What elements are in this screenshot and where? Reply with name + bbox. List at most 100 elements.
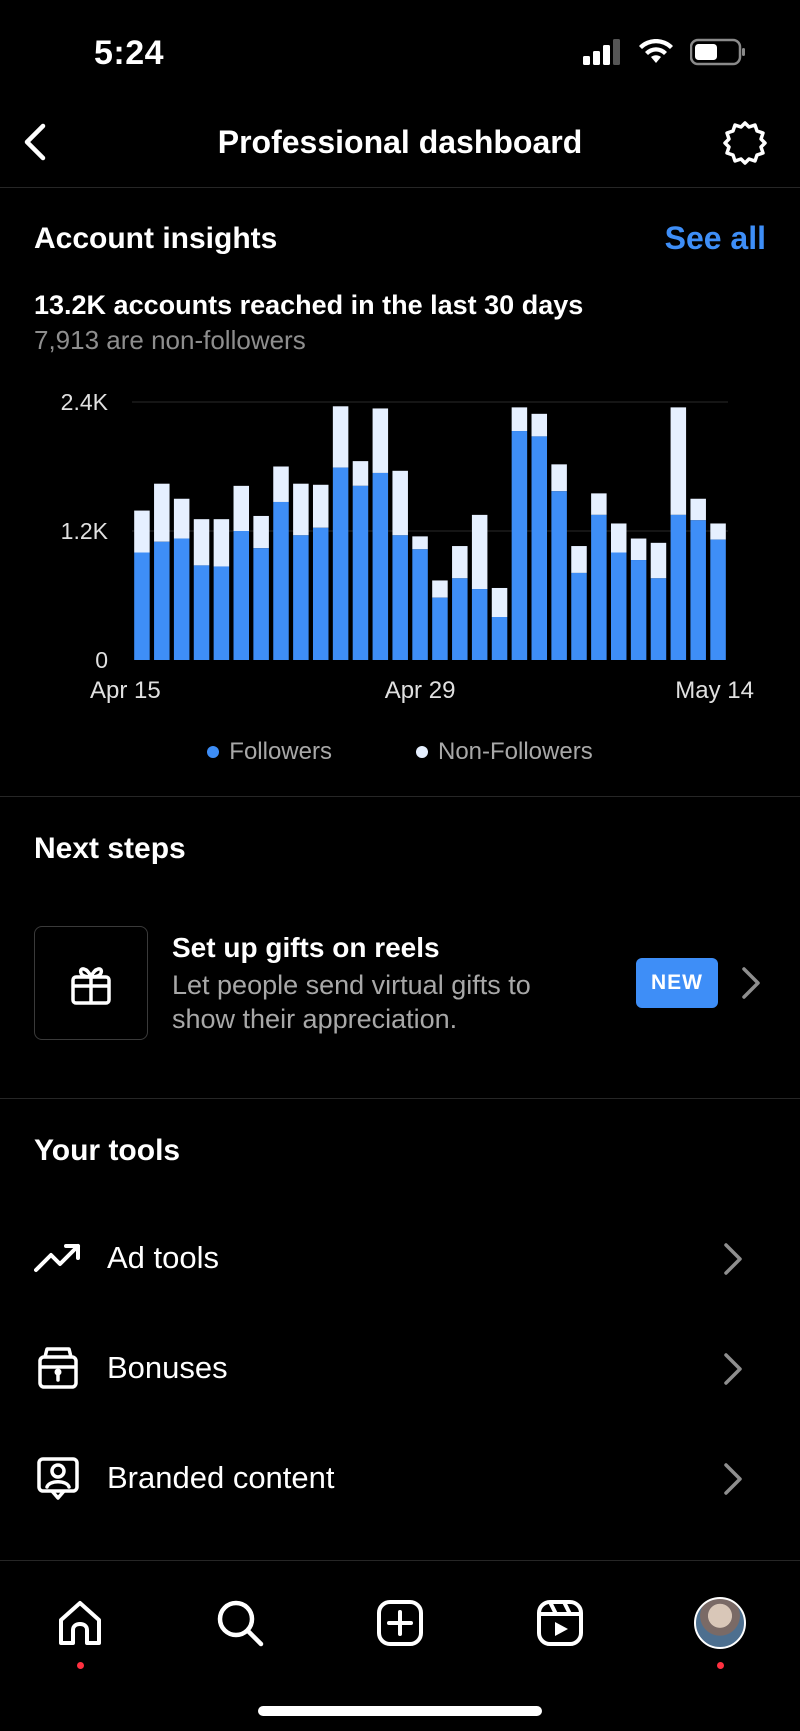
wifi-icon: [639, 39, 673, 63]
gear-icon: [723, 121, 767, 165]
next-steps-title: Next steps: [34, 832, 186, 865]
status-bar: 5:24: [0, 0, 800, 104]
reach-chart: 0 1.2K 2.4K Apr 15 Apr 29 May 14: [0, 380, 800, 750]
bar-non-followers: [213, 519, 230, 567]
bar-non-followers: [312, 484, 329, 528]
bar-followers: [412, 549, 428, 660]
bar-non-followers: [173, 498, 190, 539]
bar-followers: [392, 535, 408, 660]
bar-non-followers: [710, 523, 726, 540]
tab-create[interactable]: [368, 1591, 432, 1655]
legend-non-followers-label: Non-Followers: [437, 738, 593, 765]
see-all-link[interactable]: See all: [665, 220, 766, 257]
bar-followers: [690, 520, 706, 660]
status-time: 5:24: [94, 34, 165, 72]
tool-row-branded-content[interactable]: Branded content: [0, 1428, 800, 1528]
legend-non-followers-dot: [415, 746, 428, 758]
branded-content-icon: [34, 1454, 82, 1502]
bar-non-followers: [630, 538, 647, 561]
bar-non-followers: [690, 498, 706, 521]
bar-non-followers: [650, 542, 667, 579]
chart-legend: Followers Non-Followers: [0, 738, 800, 766]
bar-followers: [630, 560, 647, 660]
your-tools-title: Your tools: [34, 1134, 181, 1167]
gift-card-description: Let people send virtual gifts to show th…: [172, 970, 531, 1034]
bar-followers: [134, 552, 150, 660]
tab-reels[interactable]: [528, 1591, 592, 1655]
bar-followers: [293, 535, 309, 660]
chevron-right-icon: [742, 967, 760, 999]
status-icons: [582, 38, 746, 66]
next-steps-section: Next steps Set up gifts on reels Let peo…: [0, 798, 800, 1099]
legend-followers-label: Followers: [229, 738, 332, 765]
tool-label-ad-tools: Ad tools: [107, 1240, 220, 1275]
tab-search[interactable]: [208, 1591, 272, 1655]
bonus-box-icon: [34, 1344, 82, 1392]
tool-label-branded-content: Branded content: [107, 1460, 335, 1495]
bar-non-followers: [233, 485, 250, 531]
bar-non-followers: [352, 461, 369, 486]
bar-non-followers: [591, 493, 607, 515]
chevron-right-icon: [724, 1353, 742, 1385]
bar-followers: [471, 589, 488, 660]
legend-followers: Followers: [207, 738, 332, 766]
bar-non-followers: [392, 470, 408, 536]
bar-followers: [432, 597, 448, 660]
tool-label-bonuses: Bonuses: [107, 1350, 228, 1385]
bar-non-followers: [412, 536, 428, 550]
legend-followers-dot: [207, 746, 220, 758]
profile-notification-dot: [717, 1662, 724, 1669]
insights-title: Account insights: [34, 222, 278, 255]
battery-icon: [690, 38, 745, 66]
reach-chart-svg: 0 1.2K 2.4K Apr 15 Apr 29 May 14: [61, 389, 754, 704]
reels-icon: [537, 1600, 583, 1646]
signal-icon: [583, 39, 620, 65]
y-tick-label: 1.2K: [61, 518, 109, 544]
settings-button[interactable]: [720, 118, 770, 168]
bar-non-followers: [670, 407, 687, 515]
y-tick-label: 2.4K: [61, 389, 109, 415]
tool-row-ad-tools[interactable]: Ad tools: [0, 1208, 800, 1308]
account-insights-section: Account insights See all 13.2K accounts …: [0, 190, 800, 797]
bar-non-followers: [610, 523, 627, 553]
tool-row-bonuses[interactable]: Bonuses: [0, 1318, 800, 1418]
bar-followers: [312, 527, 329, 660]
new-badge: NEW: [636, 958, 718, 1008]
bar-followers: [213, 566, 230, 660]
bar-followers: [551, 491, 567, 660]
bar-followers: [650, 578, 667, 660]
gift-card-title: Set up gifts on reels: [172, 932, 440, 963]
bar-followers: [591, 514, 607, 660]
top-nav: Professional dashboard: [0, 104, 800, 188]
bar-non-followers: [531, 413, 548, 437]
trending-up-icon: [34, 1234, 82, 1282]
bar-non-followers: [452, 546, 468, 579]
gift-icon: [71, 967, 111, 1005]
search-icon: [217, 1600, 264, 1647]
bar-followers: [610, 552, 627, 660]
bar-followers: [352, 485, 369, 660]
create-icon: [377, 1600, 423, 1646]
home-indicator: [258, 1706, 542, 1716]
bar-non-followers: [491, 587, 508, 617]
bar-non-followers: [134, 510, 150, 553]
tab-home[interactable]: [48, 1591, 112, 1669]
bar-non-followers: [571, 546, 587, 573]
tab-profile[interactable]: [688, 1591, 752, 1669]
bar-non-followers: [372, 408, 389, 473]
bar-followers: [193, 565, 210, 660]
gifts-on-reels-card[interactable]: Set up gifts on reels Let people send vi…: [0, 926, 800, 1042]
bar-followers: [670, 514, 687, 660]
bar-non-followers: [551, 464, 567, 492]
home-notification-dot: [77, 1662, 84, 1669]
legend-non-followers: Non-Followers: [415, 738, 593, 766]
bar-non-followers: [253, 515, 269, 549]
bar-followers: [332, 467, 349, 660]
bar-non-followers: [154, 483, 170, 542]
bar-non-followers: [293, 483, 309, 536]
home-icon: [59, 1601, 101, 1645]
y-tick-label: 0: [95, 647, 108, 673]
bar-followers: [173, 538, 190, 660]
non-followers-text: 7,913 are non-followers: [34, 325, 306, 355]
bar-non-followers: [471, 514, 488, 590]
